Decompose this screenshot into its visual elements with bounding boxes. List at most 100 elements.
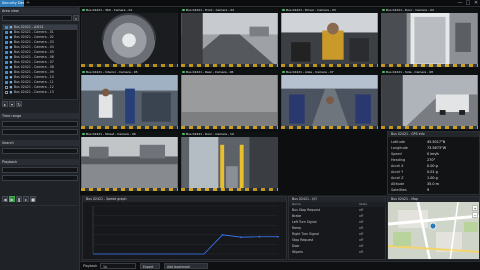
tile-caption-text: Bus 02421 - Door - Camera - 10 xyxy=(186,132,234,136)
video-feed xyxy=(81,12,178,67)
playback-date-field[interactable] xyxy=(2,167,78,173)
checkbox[interactable] xyxy=(5,31,8,34)
app-tab[interactable]: Security Desk xyxy=(0,0,24,7)
rewind-icon[interactable]: ◀ xyxy=(2,196,8,202)
io-name: Wipers xyxy=(292,250,303,254)
checkbox[interactable] xyxy=(5,41,8,44)
minimize-button[interactable]: — xyxy=(456,0,464,7)
map-view[interactable] xyxy=(388,202,480,260)
tile-caption-text: Bus 02421 - 360 - Camera - 01 xyxy=(86,8,133,12)
video-feed xyxy=(381,12,478,67)
tile-caption-text: Bus 02421 - Aisle - Camera - 07 xyxy=(286,70,334,74)
checkbox[interactable] xyxy=(5,26,8,29)
tile-timeline[interactable] xyxy=(81,187,178,191)
new-tab-button[interactable]: + xyxy=(25,1,31,6)
playback-header[interactable]: Playback xyxy=(0,159,80,165)
stop-icon[interactable]: ■ xyxy=(30,196,36,202)
map-zoom-out-button[interactable]: − xyxy=(472,212,478,218)
tile-timeline[interactable] xyxy=(381,63,478,67)
video-tile[interactable]: Bus 02421 - Front - Camera - 02 xyxy=(180,7,279,68)
tile-caption: Bus 02421 - Side - Camera - 08 xyxy=(381,70,478,75)
video-tile[interactable]: Bus 02421 - Aisle - Camera - 07 xyxy=(280,69,379,130)
add-bookmark-button[interactable]: Add bookmark xyxy=(164,263,208,269)
tile-timeline[interactable] xyxy=(281,125,378,129)
close-button[interactable]: ✕ xyxy=(472,0,480,7)
checkbox[interactable] xyxy=(5,61,8,64)
speed-graph xyxy=(92,205,279,255)
checkbox[interactable] xyxy=(5,56,8,59)
video-tile[interactable]: Bus 02421 - Rear - Camera - 06 xyxy=(180,69,279,130)
tile-timeline[interactable] xyxy=(381,125,478,129)
tile-timeline[interactable] xyxy=(81,63,178,67)
export-button[interactable]: Export xyxy=(140,263,160,269)
live-status-icon xyxy=(182,133,185,136)
live-status-icon xyxy=(182,71,185,74)
time-range-header[interactable]: Time range xyxy=(0,113,80,119)
entity-tree: ■ Bus 02421 - AXIS4 ■ Bus 02421 - Camera - … xyxy=(2,24,78,100)
tile-timeline[interactable] xyxy=(81,125,178,129)
search-icon[interactable]: ⌕ xyxy=(73,15,79,21)
gps-info-panel: Bus 02421 - GPS info Latitude 45.5017°N Lo… xyxy=(387,131,480,195)
search-header[interactable]: Search xyxy=(0,140,80,146)
bus-location-marker xyxy=(429,222,437,230)
video-tile[interactable]: Bus 02421 - Door - Camera - 04 xyxy=(380,7,479,68)
checkbox[interactable] xyxy=(5,36,8,39)
checkbox[interactable] xyxy=(5,76,8,79)
forward-icon[interactable]: ▸ xyxy=(23,196,29,202)
video-tile[interactable]: Bus 02421 - Side - Camera - 08 xyxy=(380,69,479,130)
data-point xyxy=(240,236,242,238)
checkbox[interactable] xyxy=(5,91,8,94)
io-row[interactable]: Wipers off xyxy=(289,249,387,255)
data-point xyxy=(221,234,224,236)
checkbox[interactable] xyxy=(5,46,8,49)
playback-speed-field[interactable]: 1x xyxy=(100,263,136,269)
time-from-field[interactable] xyxy=(2,121,78,127)
checkbox[interactable] xyxy=(5,66,8,69)
video-tile[interactable]: Bus 02421 - 360 - Camera - 01 xyxy=(80,7,179,68)
maximize-button[interactable]: □ xyxy=(464,0,472,7)
area-view-header[interactable]: Area view xyxy=(0,8,80,14)
tile-timeline[interactable] xyxy=(181,187,278,191)
tile-caption-text: Bus 02421 - Rear - Camera - 06 xyxy=(186,70,234,74)
gps-info-header: Bus 02421 - GPS info xyxy=(388,132,479,137)
live-status-icon xyxy=(82,9,85,12)
io-panel: Bus 02421 - I/O Name State Bus Stop Requ… xyxy=(288,196,387,260)
video-feed xyxy=(381,74,478,129)
pause-icon[interactable]: ❚ xyxy=(16,196,22,202)
tile-caption: Bus 02421 - Front - Camera - 02 xyxy=(181,8,278,13)
video-feed xyxy=(181,136,278,191)
video-feed xyxy=(81,74,178,129)
tile-caption: Bus 02421 - Interior - Camera - 05 xyxy=(81,70,178,75)
video-tile[interactable]: Bus 02421 - Driver - Camera - 03 xyxy=(280,7,379,68)
tree-item[interactable]: ■ Bus 02421 - Camera - 13 xyxy=(3,90,77,95)
checkbox[interactable] xyxy=(5,51,8,54)
video-tile[interactable]: Bus 02421 - Door - Camera - 10 xyxy=(180,131,279,192)
tile-caption-text: Bus 02421 - Interior - Camera - 05 xyxy=(86,70,138,74)
map-zoom-in-button[interactable]: + xyxy=(472,205,478,211)
tile-timeline[interactable] xyxy=(181,125,278,129)
query-field[interactable] xyxy=(2,148,78,154)
checkbox[interactable] xyxy=(5,86,8,89)
collapse-icon[interactable]: ▾ xyxy=(9,101,15,107)
tile-caption: Bus 02421 - 360 - Camera - 01 xyxy=(81,8,178,13)
checkbox[interactable] xyxy=(5,81,8,84)
tree-item-label: Bus 02421 - Camera - 13 xyxy=(13,90,54,94)
checkbox[interactable] xyxy=(5,71,8,74)
tile-timeline[interactable] xyxy=(181,63,278,67)
live-status-icon xyxy=(382,71,385,74)
tile-timeline[interactable] xyxy=(281,63,378,67)
live-status-icon xyxy=(382,9,385,12)
time-to-field[interactable] xyxy=(2,129,78,135)
tile-caption-text: Bus 02421 - Door - Camera - 04 xyxy=(386,8,434,12)
refresh-icon[interactable]: ↻ xyxy=(16,101,22,107)
empty-tile[interactable] xyxy=(280,131,379,192)
play-icon[interactable]: ▶ xyxy=(9,196,15,202)
video-feed xyxy=(281,12,378,67)
playback-time-field[interactable] xyxy=(2,175,78,181)
search-input[interactable] xyxy=(2,15,72,21)
video-tile[interactable]: Bus 02421 - Street - Camera - 09 xyxy=(80,131,179,192)
expand-icon[interactable]: ▸ xyxy=(2,101,8,107)
info-row: Satellites 9 xyxy=(391,187,479,193)
data-point xyxy=(258,235,261,238)
video-tile[interactable]: Bus 02421 - Interior - Camera - 05 xyxy=(80,69,179,130)
